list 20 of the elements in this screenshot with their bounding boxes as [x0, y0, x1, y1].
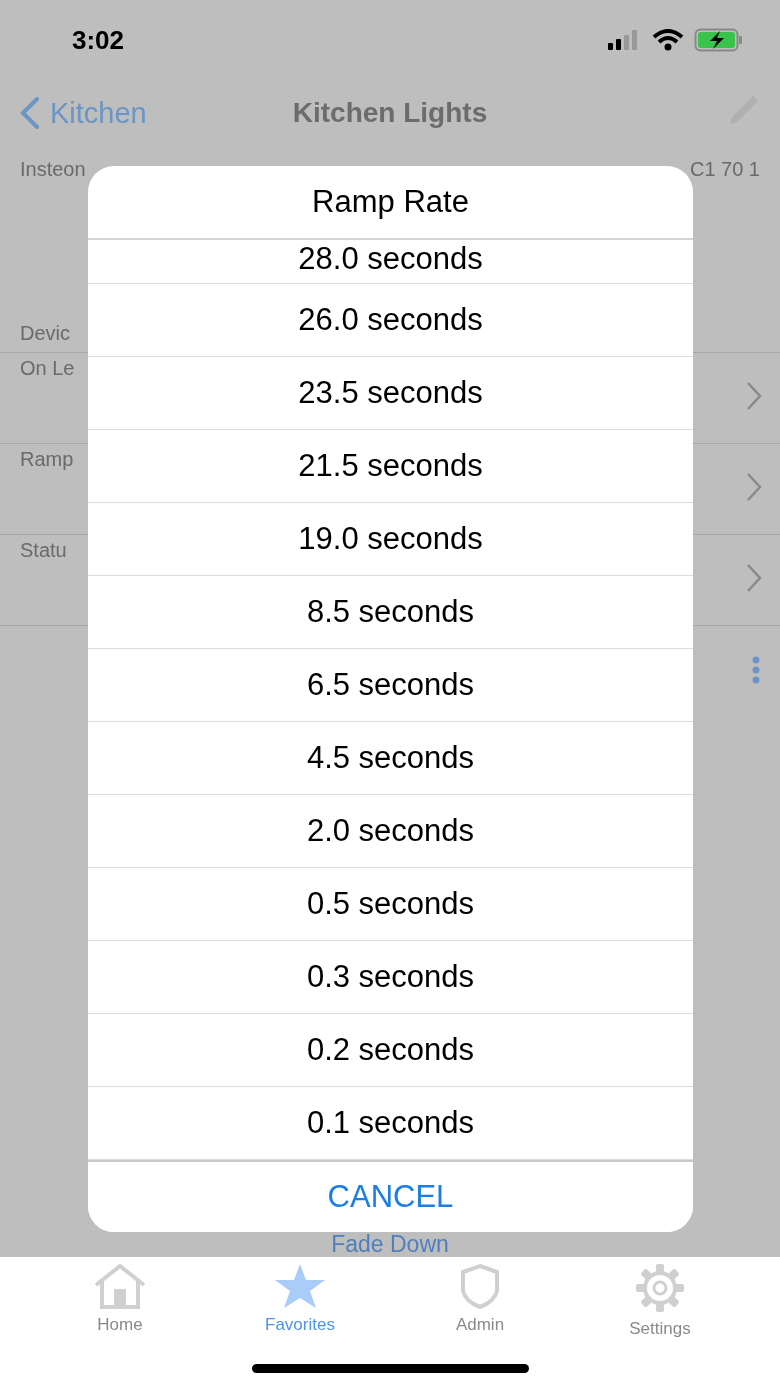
home-icon [92, 1263, 148, 1309]
chevron-left-icon [20, 97, 40, 129]
shield-icon [460, 1263, 500, 1309]
tab-button[interactable]: Settings [590, 1257, 730, 1387]
chevron-right-icon [746, 563, 762, 593]
chevron-right-icon [746, 472, 762, 502]
more-icon[interactable] [752, 656, 760, 684]
row-label: On Le [20, 357, 75, 380]
settings-icon [635, 1263, 685, 1313]
device-type: Insteon [20, 158, 86, 182]
status-time: 3:02 [72, 24, 125, 56]
row-label: Statu [20, 539, 67, 562]
wifi-icon [652, 29, 684, 51]
section-header: Devic [20, 322, 70, 344]
star-icon [274, 1263, 326, 1309]
nav-title: Kitchen Lights [292, 97, 488, 129]
cancel-button[interactable]: CANCEL [88, 1160, 693, 1232]
chevron-right-icon [746, 381, 762, 411]
row-label: Ramp [20, 448, 74, 471]
battery-charging-icon [694, 28, 744, 52]
